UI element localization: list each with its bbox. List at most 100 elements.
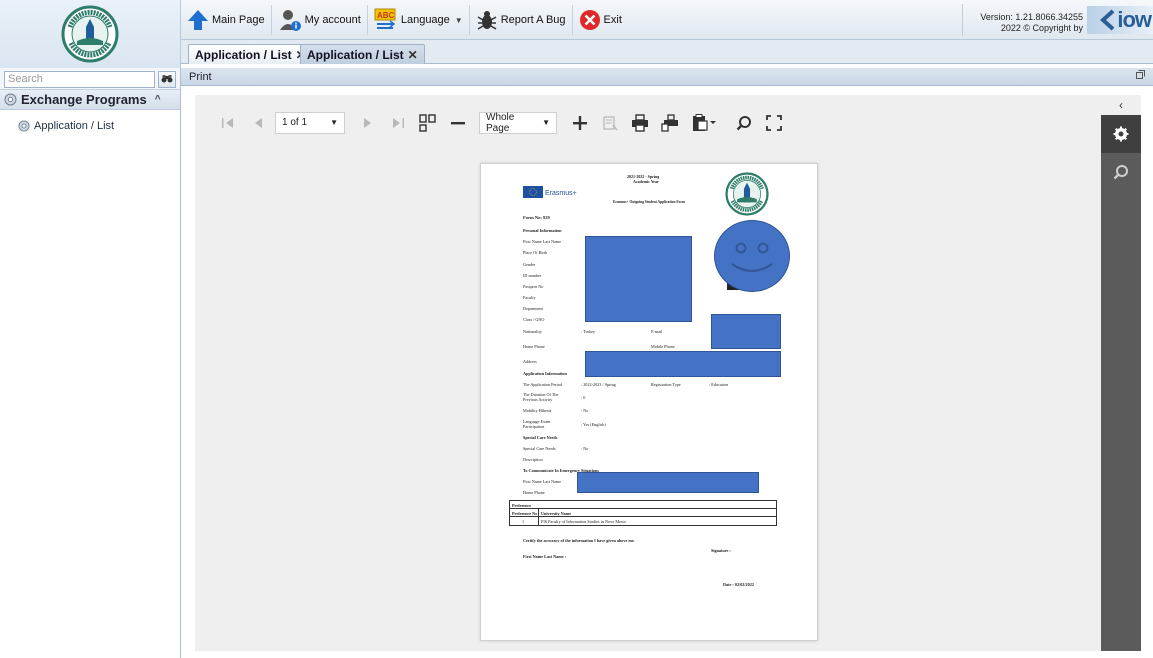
field-label: First Name Last Name [523, 239, 562, 244]
table-row: Preference No University Name [510, 509, 776, 517]
brand-chevron-icon [1100, 9, 1115, 31]
field-label: Place Of Birth [523, 250, 548, 255]
application-period-label: The Application Period [523, 382, 563, 387]
language-button[interactable]: ABC Language ▼ [368, 5, 470, 35]
search-icon[interactable] [731, 110, 757, 136]
field-label: ID number [523, 273, 542, 278]
search-icon[interactable] [1101, 153, 1141, 191]
print-page-icon[interactable] [657, 110, 683, 136]
exit-button[interactable]: Exit [573, 5, 628, 35]
toolbar-buttons: Main Page My account ABC Language ▼ Repo… [181, 3, 628, 37]
emergency-name-label: First Name Last Name [523, 479, 562, 484]
tree-item-label: Application / List [34, 120, 115, 132]
nationality-value: : Turkey [581, 329, 596, 334]
sidebar-search [0, 68, 180, 90]
dropdown-arrow-icon: ▼ [542, 118, 550, 127]
form-number: Form No: 929 [523, 215, 550, 220]
last-page-icon[interactable] [385, 110, 411, 136]
duration-value: : 0 [581, 395, 586, 400]
app-root: Exchange Programs ^ Application / List M… [0, 0, 1153, 658]
design-icon[interactable] [597, 110, 623, 136]
chevron-up-icon[interactable]: ^ [155, 94, 161, 105]
report-bug-button[interactable]: Report A Bug [470, 5, 573, 35]
previous-page-icon[interactable] [245, 110, 271, 136]
arrow-up-home-icon [188, 10, 208, 30]
redaction-box [711, 314, 781, 349]
application-period-value: : 2022-2023 / Spring [581, 382, 616, 387]
gear-icon [4, 93, 17, 106]
brand-logo: iow [1087, 6, 1153, 34]
mobility-label: Mobility Hibesiz [523, 408, 552, 413]
table-title: Preference [512, 502, 532, 508]
tab-label: Application / List [195, 47, 292, 62]
university-seal-icon [725, 172, 769, 216]
certification-text: Certify the accuracy of the information … [523, 538, 635, 543]
gear-icon [18, 120, 30, 132]
restore-icon[interactable] [1136, 70, 1145, 82]
toolbar-separator [962, 4, 963, 36]
table-cell: 1 [522, 518, 525, 524]
zoom-in-icon[interactable] [567, 110, 593, 136]
eu-flag-icon [523, 186, 543, 198]
duration-label-2: Previous Activity [523, 397, 553, 402]
table-row: Preference [510, 501, 776, 509]
tab-close-icon[interactable]: ✕ [408, 48, 418, 62]
university-logo [0, 0, 181, 68]
emergency-phone-label: Home Phone [523, 490, 545, 495]
mobile-phone-label: Mobile Phone [651, 344, 675, 349]
field-label: Faculty [523, 295, 536, 300]
field-label: Class / GNO [523, 317, 545, 322]
report-page: Erasmus+ 2021-2022 - Spring Academic Yea… [480, 163, 818, 641]
dropdown-arrow-icon: ▼ [454, 15, 463, 25]
binoculars-search-icon[interactable] [158, 70, 176, 88]
close-circle-icon [579, 10, 600, 30]
page-selector[interactable]: 1 of 1 ▼ [275, 111, 345, 134]
zoom-option: Whole Page [486, 111, 515, 134]
viewer-toolbar: 1 of 1 ▼ Whole Page ▼ [195, 95, 1101, 150]
mobility-value: : No [581, 408, 589, 413]
special-care-label: Special Care Needs [523, 446, 556, 451]
search-input[interactable] [4, 70, 155, 88]
multi-page-icon[interactable] [415, 110, 441, 136]
tab-application-list-1[interactable]: Application / List ✕ [188, 44, 313, 64]
redaction-box [585, 236, 692, 322]
main-page-label: Main Page [212, 14, 265, 26]
zoom-selector[interactable]: Whole Page ▼ [479, 111, 557, 134]
form-title: Erasmus+ Outgoing Student Application Fo… [613, 200, 685, 204]
language-label: Language [400, 14, 450, 26]
first-page-icon[interactable] [215, 110, 241, 136]
document-date: Date : 02/02/2022 [723, 582, 754, 587]
chevron-left-icon[interactable]: ‹ [1101, 95, 1141, 115]
print-icon[interactable] [627, 110, 653, 136]
academic-year-line2: Academic Year [633, 179, 659, 184]
section-personal-info: Personal Information [523, 228, 562, 233]
parameters-gear-icon[interactable] [1101, 115, 1141, 153]
export-icon[interactable] [687, 110, 721, 136]
next-page-icon[interactable] [355, 110, 381, 136]
field-label: Passport No [523, 284, 544, 289]
email-label: E-mail [651, 329, 663, 334]
dropdown-arrow-icon: ▼ [330, 118, 338, 127]
tab-application-list-2[interactable]: Application / List ✕ [300, 44, 425, 64]
top-toolbar: Main Page My account ABC Language ▼ Repo… [181, 0, 1153, 40]
main-page-button[interactable]: Main Page [181, 5, 272, 35]
tree-group-exchange-programs[interactable]: Exchange Programs ^ [0, 90, 180, 110]
table-row: 1 FIS Faculty of Information Studies in … [510, 517, 776, 525]
section-special-care: Special Care Needs [523, 435, 558, 440]
field-label: Gender [523, 262, 536, 267]
tab-label: Application / List [307, 47, 404, 62]
fullscreen-icon[interactable] [761, 110, 787, 136]
section-application-info: Application Information [523, 371, 567, 376]
sidebar: Exchange Programs ^ Application / List [0, 68, 181, 658]
erasmus-label: Erasmus+ [545, 190, 577, 197]
home-phone-label: Home Phone [523, 344, 545, 349]
report-bug-label: Report A Bug [500, 14, 566, 26]
table-header-cell: Preference No [512, 510, 538, 516]
my-account-button[interactable]: My account [272, 5, 368, 35]
abc-language-icon: ABC [374, 8, 396, 29]
tree-item-application-list[interactable]: Application / List [0, 116, 180, 136]
zoom-out-icon[interactable] [445, 110, 471, 136]
signature-label: Signature : [711, 548, 731, 553]
tab-strip: Application / List ✕ Application / List … [181, 40, 1153, 64]
special-care-value: : No [581, 446, 589, 451]
